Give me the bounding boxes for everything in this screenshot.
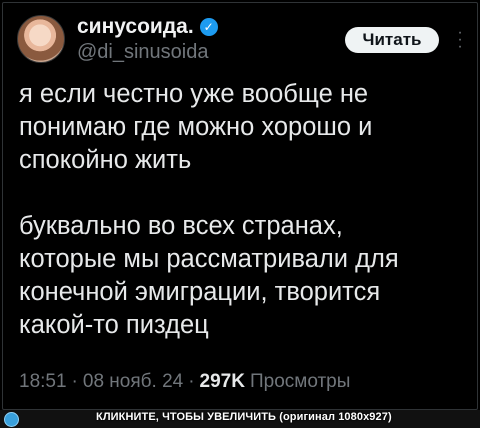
author-display-name[interactable]: синусоида. xyxy=(77,15,194,39)
meta-separator: · xyxy=(71,371,78,392)
meta-separator: · xyxy=(188,371,195,392)
enlarge-caption[interactable]: КЛИКНИТЕ, ЧТОБЫ УВЕЛИЧИТЬ (оригинал 1080… xyxy=(96,411,392,423)
zoom-icon[interactable] xyxy=(4,412,19,427)
tweet-meta: 18:51 · 08 нояб. 24 · 297K Просмотры xyxy=(19,371,350,393)
author-name-row: синусоида. ✓ xyxy=(77,15,218,39)
tweet-time[interactable]: 18:51 xyxy=(19,371,67,393)
views-count: 297K xyxy=(199,371,245,392)
tweet-text: я если честно уже вообще не понимаю где … xyxy=(19,80,399,339)
author-handle[interactable]: @di_sinusoida xyxy=(77,41,209,64)
avatar[interactable] xyxy=(17,15,65,63)
verified-badge-icon: ✓ xyxy=(199,18,218,36)
follow-button[interactable]: Читать xyxy=(345,27,439,53)
tweet-card: синусоида. ✓ @di_sinusoida Читать · · · я … xyxy=(2,2,478,410)
tweet-date[interactable]: 08 нояб. 24 xyxy=(83,371,183,393)
views-label: Просмотры xyxy=(249,371,351,392)
more-dots-icon[interactable]: · · · xyxy=(454,25,466,55)
